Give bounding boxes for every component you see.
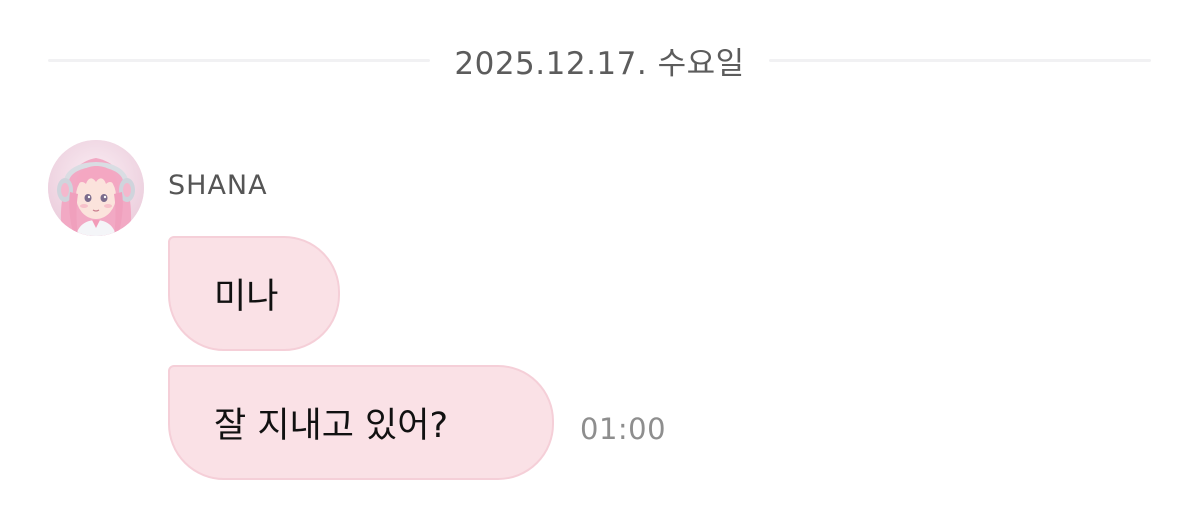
message-bubble[interactable]: 미나 <box>168 236 340 351</box>
sender-name: SHANA <box>168 170 268 201</box>
avatar[interactable] <box>48 140 144 236</box>
date-separator: 2025.12.17. 수요일 <box>48 38 1152 82</box>
date-separator-line-right <box>768 58 1152 62</box>
date-separator-line-left <box>48 58 431 62</box>
anime-girl-avatar-icon <box>48 140 144 236</box>
message-text: 미나 <box>214 277 279 317</box>
message-text: 잘 지내고 있어? <box>214 406 449 446</box>
message-bubble[interactable]: 잘 지내고 있어? <box>168 365 554 480</box>
date-separator-label: 2025.12.17. 수요일 <box>454 45 745 82</box>
message-timestamp: 01:00 <box>580 412 667 446</box>
